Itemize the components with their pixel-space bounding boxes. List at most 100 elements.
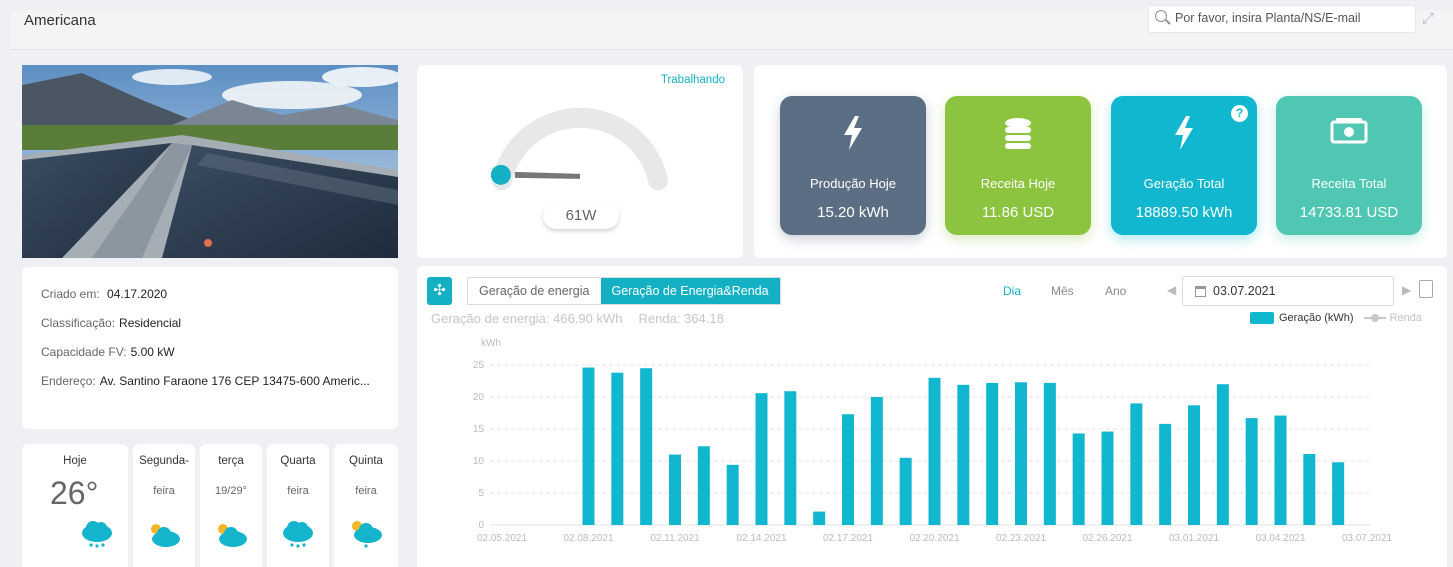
bar-02.14: [755, 393, 768, 525]
x-tick-label: 02.17.2021: [823, 533, 873, 544]
bar-02.21: [957, 384, 970, 525]
bar-02.16: [813, 511, 826, 525]
kpi-label: Receita Hoje: [980, 176, 1056, 191]
chart-card: ✣ Geração de energia Geração de Energia&…: [417, 266, 1447, 567]
weather-temp: feira: [153, 485, 175, 497]
created-row: Criado em: 04.17.2020: [41, 287, 398, 301]
search-input[interactable]: Por favor, insira Planta/NS/E-mail: [1148, 5, 1416, 33]
capacity-value: 5.00 kW: [130, 345, 175, 359]
next-date-icon[interactable]: ▶: [1402, 283, 1411, 297]
bar-02.11: [669, 454, 681, 525]
y-axis-label: kWh: [481, 338, 501, 349]
x-tick-label: 02.20.2021: [909, 533, 959, 544]
y-tick-label: 0: [478, 520, 484, 531]
kpi-value: 14733.81 USD: [1299, 204, 1399, 221]
kpi-value: 11.86 USD: [981, 204, 1055, 221]
legend-generation[interactable]: Geração (kWh): [1279, 312, 1354, 324]
plant-title: Americana: [24, 12, 96, 29]
legend-income[interactable]: Renda: [1390, 312, 1422, 324]
summary-energy: Geração de energia: 466.90 kWh: [431, 311, 623, 326]
classification-value: Residencial: [119, 316, 182, 330]
bar-02.15: [784, 391, 797, 525]
classification-row: Classificação: Residencial: [41, 316, 398, 330]
date-picker[interactable]: 03.07.2021: [1182, 276, 1394, 306]
bar-02.10: [640, 368, 653, 525]
bar-02.08: [582, 367, 595, 525]
kpi-card: Produção Hoje 15.20 kWh Receita Hoje 11.…: [754, 65, 1447, 258]
calendar-icon: [1195, 286, 1206, 297]
y-tick-label: 20: [473, 392, 485, 403]
weather-day: Segunda-: [139, 455, 189, 467]
bar-02.17: [842, 414, 854, 525]
bar-02.19: [899, 457, 912, 525]
chart-summary: Geração de energia: 466.90 kWh Renda: 364…: [431, 311, 724, 326]
bar-03.01: [1188, 405, 1200, 525]
tab-energy[interactable]: Geração de energia: [468, 278, 601, 304]
address-label: Endereço:: [41, 374, 96, 388]
chart-legend: Geração (kWh) Renda: [1250, 312, 1422, 324]
bar-03.02: [1216, 384, 1229, 525]
kpi-value: 15.20 kWh: [817, 204, 889, 221]
period-day[interactable]: Dia: [1003, 284, 1021, 298]
bar-02.18: [870, 397, 883, 525]
generation-bar-chart: kWh 0 5 10 15 20 25 02.05.2021 02.08.2021 02.11.2…: [473, 338, 1393, 544]
bar-02.23: [1015, 382, 1027, 525]
bar-02.13: [726, 464, 739, 525]
bar-02.09: [611, 372, 624, 525]
kpi-value: 18889.50 kWh: [1135, 204, 1233, 221]
x-tick-label: 02.05.2021: [477, 533, 527, 544]
bar-02.12: [697, 446, 710, 525]
bar-03.06: [1332, 462, 1345, 525]
x-tick-label: 02.26.2021: [1082, 533, 1132, 544]
kpi-production-today: Produção Hoje 15.20 kWh: [780, 96, 926, 235]
capacity-row: Capacidade FV: 5.00 kW: [41, 345, 398, 359]
weather-temp: 26°: [50, 475, 99, 511]
coins-icon: [1005, 118, 1031, 149]
partly-sunny-icon: [218, 524, 247, 547]
export-icon[interactable]: [1419, 280, 1433, 298]
fullscreen-icon[interactable]: ⤢: [1422, 10, 1440, 28]
x-tick-label: 02.23.2021: [996, 533, 1046, 544]
help-icon[interactable]: ?: [1231, 105, 1248, 122]
date-value: 03.07.2021: [1213, 284, 1276, 298]
y-tick-label: 5: [478, 488, 484, 499]
partly-sunny-icon: [151, 524, 180, 547]
chart-tabs: Geração de energia Geração de Energia&Re…: [467, 277, 781, 305]
x-tick-label: 02.08.2021: [563, 533, 613, 544]
legend-income-swatch[interactable]: [1363, 314, 1386, 322]
kpi-label: Receita Total: [1311, 176, 1387, 191]
weather-temp: 19/29°: [215, 485, 247, 497]
power-gauge-card: Trabalhando 61W: [417, 65, 743, 258]
kpi-income-today: Receita Hoje 11.86 USD: [945, 96, 1091, 235]
classification-label: Classificação:: [41, 316, 116, 330]
kpi-label: Geração Total: [1143, 176, 1225, 191]
address-row: Endereço: Av. Santino Faraone 176 CEP 134…: [41, 374, 398, 388]
bar-02.24: [1043, 382, 1056, 525]
move-icon[interactable]: ✣: [427, 277, 452, 305]
y-tick-label: 15: [473, 424, 485, 435]
weather-wednesday: Quarta feira: [267, 444, 329, 567]
period-year[interactable]: Ano: [1105, 284, 1126, 298]
bar-03.04: [1274, 415, 1287, 525]
power-gauge: [490, 107, 669, 191]
created-value: 04.17.2020: [107, 287, 168, 301]
gauge-needle: [514, 171, 580, 179]
x-tick-label: 03.04.2021: [1255, 533, 1305, 544]
rain-cloud-icon: [82, 521, 112, 548]
x-tick-label: 02.11.2021: [650, 533, 700, 544]
x-tick-label: 03.07.2021: [1342, 533, 1392, 544]
period-month[interactable]: Mês: [1051, 284, 1074, 298]
tab-energy-income[interactable]: Geração de Energia&Renda: [600, 278, 780, 304]
legend-generation-swatch[interactable]: [1250, 312, 1274, 324]
x-tick-label: 02.14.2021: [736, 533, 786, 544]
status-label: Trabalhando: [660, 74, 725, 86]
kpi-total-generation: ? Geração Total 18889.50 kWh: [1111, 96, 1257, 235]
search-placeholder: Por favor, insira Planta/NS/E-mail: [1175, 11, 1361, 25]
weather-temp: feira: [287, 485, 309, 497]
bar-03.03: [1245, 418, 1258, 525]
prev-date-icon[interactable]: ◀: [1167, 283, 1176, 297]
plant-info-card: Criado em: 04.17.2020 Classificação: Resi…: [22, 267, 398, 429]
created-label: Criado em:: [41, 287, 100, 301]
weather-today: Hoje 26°: [22, 444, 128, 567]
bar-02.27: [1130, 403, 1143, 525]
